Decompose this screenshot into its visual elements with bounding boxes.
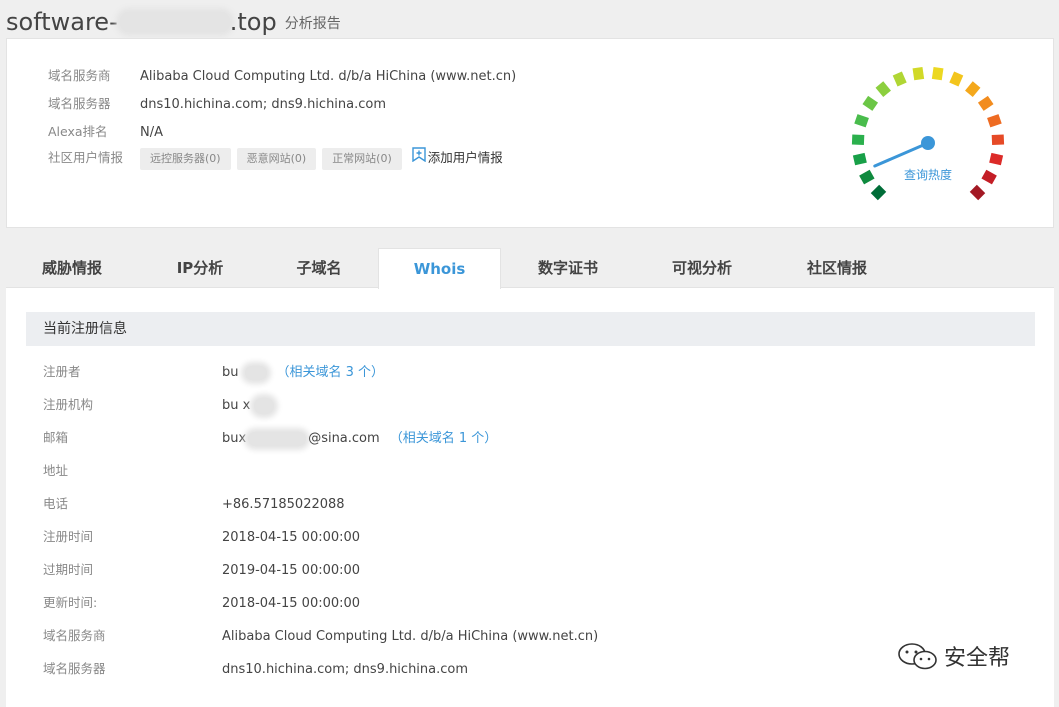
whois-value-prefix: bux [222, 431, 247, 446]
whois-value: bu x [222, 398, 251, 413]
tab-threat-intel[interactable]: 威胁情报 [6, 248, 138, 288]
gauge-tick [989, 152, 1004, 166]
gauge-tick [870, 184, 887, 201]
summary-label: 域名服务器 [48, 96, 111, 111]
community-label: 社区用户情报 [48, 150, 124, 165]
gauge-tick [852, 152, 867, 166]
whois-row-email: 邮箱 bux @sina.com （相关域名 1 个） [43, 428, 497, 448]
whois-label: 电话 [43, 496, 69, 511]
gauge-tick [969, 184, 986, 201]
watermark: 安全帮 [896, 640, 1010, 672]
summary-value: N/A [140, 125, 163, 140]
redacted-blur [254, 397, 275, 414]
summary-row-registrar: 域名服务商 Alibaba Cloud Computing Ltd. d/b/a … [48, 65, 516, 84]
gauge-tick [987, 114, 1002, 128]
gauge-tick [859, 169, 875, 185]
summary-card: 域名服务商 Alibaba Cloud Computing Ltd. d/b/a … [6, 38, 1054, 228]
gauge-tick [912, 66, 925, 81]
whois-label: 更新时间: [43, 595, 98, 610]
whois-row-phone: 电话 +86.57185022088 [43, 494, 345, 514]
whois-row-expires: 过期时间 2019-04-15 00:00:00 [43, 560, 360, 580]
whois-value: 2018-04-15 00:00:00 [222, 530, 361, 545]
whois-value: Alibaba Cloud Computing Ltd. d/b/a HiChi… [222, 629, 599, 644]
whois-value: 2019-04-15 00:00:00 [222, 563, 361, 578]
gauge-hub [921, 136, 935, 150]
gauge-tick [977, 95, 994, 111]
tab-bar: 威胁情报 IP分析 子域名 Whois 数字证书 可视分析 社区情报 [6, 248, 1054, 289]
gauge-label: 查询热度 [904, 167, 952, 182]
section-title: 当前注册信息 [26, 312, 1035, 346]
whois-value: +86.57185022088 [222, 497, 345, 512]
add-intel-link[interactable]: 添加用户情报 [412, 147, 503, 166]
pill-normal-site[interactable]: 正常网站(0) [322, 148, 402, 170]
summary-row-alexa: Alexa排名 N/A [48, 121, 163, 140]
whois-label: 过期时间 [43, 562, 94, 577]
whois-row-created: 注册时间 2018-04-15 00:00:00 [43, 527, 360, 547]
domain-prefix: software- [6, 8, 118, 36]
whois-row-org: 注册机构 bu x [43, 395, 275, 415]
redacted-blur [244, 365, 267, 380]
page-title: software- .top 分析报告 [6, 6, 341, 38]
related-domains-link[interactable]: （相关域名 1 个） [390, 431, 498, 446]
whois-row-nameservers: 域名服务器 dns10.hichina.com; dns9.hichina.com [43, 659, 468, 679]
gauge-needle [873, 141, 930, 168]
tab-community-intel[interactable]: 社区情报 [772, 248, 902, 288]
redacted-blur [119, 12, 230, 32]
gauge-tick [991, 134, 1005, 145]
summary-value: Alibaba Cloud Computing Ltd. d/b/a HiChi… [140, 69, 517, 84]
tab-certificates[interactable]: 数字证书 [504, 248, 632, 288]
whois-label: 邮箱 [43, 430, 69, 445]
summary-row-nameservers: 域名服务器 dns10.hichina.com; dns9.hichina.com [48, 93, 386, 112]
whois-row-updated: 更新时间: 2018-04-15 00:00:00 [43, 593, 360, 613]
gauge-tick [892, 71, 907, 87]
pill-malicious-site[interactable]: 恶意网站(0) [236, 148, 317, 170]
summary-value: dns10.hichina.com; dns9.hichina.com [140, 97, 387, 112]
bookmark-plus-icon [412, 147, 426, 166]
gauge-tick [965, 81, 981, 97]
whois-value: bu [222, 365, 239, 380]
gauge-tick [851, 134, 865, 145]
whois-row-registrant: 注册者 bu （相关域名 3 个） [43, 362, 384, 382]
summary-label: 域名服务商 [48, 68, 111, 83]
gauge-tick [875, 81, 891, 97]
gauge-tick [854, 114, 869, 128]
whois-label: 域名服务器 [43, 661, 106, 676]
whois-value: 2018-04-15 00:00:00 [222, 596, 361, 611]
gauge-tick [981, 169, 997, 185]
pill-remote-control[interactable]: 远控服务器(0) [140, 148, 231, 170]
gauge-tick [862, 95, 879, 111]
add-intel-label: 添加用户情报 [427, 150, 503, 165]
tab-ip-analysis[interactable]: IP分析 [134, 248, 266, 288]
whois-label: 注册者 [43, 364, 81, 379]
summary-label: Alexa排名 [48, 124, 108, 139]
page-subtitle: 分析报告 [284, 16, 341, 32]
whois-value: dns10.hichina.com; dns9.hichina.com [222, 662, 469, 677]
whois-label: 域名服务商 [43, 628, 106, 643]
related-domains-link[interactable]: （相关域名 3 个） [277, 365, 385, 380]
whois-row-address: 地址 [43, 461, 222, 481]
wechat-icon [898, 643, 937, 670]
whois-row-registrar: 域名服务商 Alibaba Cloud Computing Ltd. d/b/a … [43, 626, 598, 646]
gauge-tick [949, 71, 964, 87]
whois-label: 注册机构 [43, 397, 94, 412]
whois-label: 地址 [43, 463, 69, 478]
heat-gauge: 查询热度 [851, 66, 1005, 201]
redacted-blur [248, 431, 307, 446]
whois-value-suffix: @sina.com [308, 431, 380, 446]
summary-row-community: 社区用户情报 远控服务器(0) 恶意网站(0) 正常网站(0) 添加用户情报 [48, 147, 503, 170]
tab-subdomains[interactable]: 子域名 [254, 248, 384, 288]
whois-label: 注册时间 [43, 529, 94, 544]
domain-suffix: .top [229, 8, 277, 36]
tab-whois[interactable]: Whois [378, 248, 501, 289]
watermark-text: 安全帮 [944, 646, 1011, 671]
gauge-tick [931, 66, 944, 81]
tab-visual-analysis[interactable]: 可视分析 [636, 248, 768, 288]
